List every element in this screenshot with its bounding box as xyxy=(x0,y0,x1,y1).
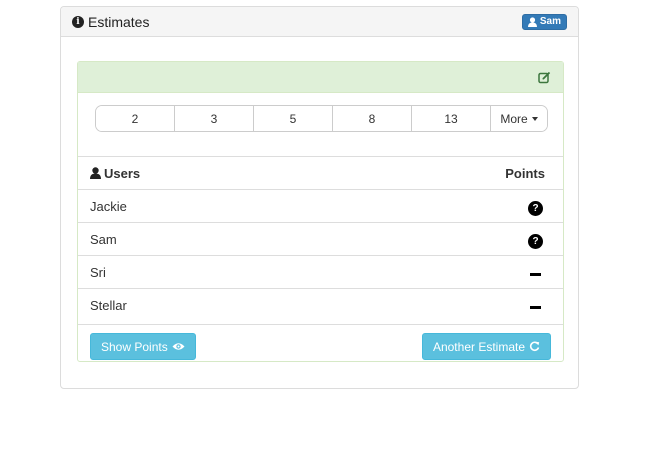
estimates-panel: i Estimates Sam 2 3 5 8 13 More Users Po… xyxy=(60,6,579,389)
user-icon xyxy=(527,16,537,27)
point-option-13[interactable]: 13 xyxy=(412,106,491,131)
info-circle-icon: i xyxy=(72,15,84,28)
edit-icon[interactable] xyxy=(538,71,551,84)
panel-heading: i Estimates Sam xyxy=(61,7,578,37)
panel-title: Estimates xyxy=(88,13,150,30)
question-circle-icon: ? xyxy=(528,200,543,216)
caret-down-icon xyxy=(531,116,538,121)
user-name: Sam xyxy=(90,231,117,247)
question-circle-icon: ? xyxy=(528,233,543,249)
user-name: Jackie xyxy=(90,198,127,214)
user-badge-label: Sam xyxy=(539,16,561,27)
users-header: Users xyxy=(90,166,140,181)
eye-icon xyxy=(172,343,185,350)
refresh-icon xyxy=(529,341,540,352)
user-name: Stellar xyxy=(90,297,127,313)
users-header-label: Users xyxy=(104,165,141,181)
inner-heading xyxy=(78,62,563,93)
user-icon xyxy=(90,167,101,179)
table-header-row: Users Points xyxy=(78,156,563,189)
point-option-2[interactable]: 2 xyxy=(96,106,175,131)
points-header-label: Points xyxy=(505,165,545,181)
show-points-button[interactable]: Show Points xyxy=(90,333,196,360)
more-dropdown-button[interactable]: More xyxy=(491,106,547,131)
table-row: Sam ? xyxy=(78,222,563,255)
estimate-inner-panel: 2 3 5 8 13 More Users Points Jackie ? Sa… xyxy=(77,61,564,362)
actions-footer: Show Points Another Estimate xyxy=(78,324,563,361)
point-option-5[interactable]: 5 xyxy=(254,106,333,131)
table-row: Stellar xyxy=(78,288,563,321)
another-estimate-button[interactable]: Another Estimate xyxy=(421,333,551,360)
point-option-8[interactable]: 8 xyxy=(333,106,412,131)
another-estimate-label: Another Estimate xyxy=(432,339,525,354)
table-row: Jackie ? xyxy=(78,189,563,222)
point-option-3[interactable]: 3 xyxy=(175,106,254,131)
minus-icon xyxy=(530,272,541,276)
users-table: Users Points Jackie ? Sam ? Sri Stellar xyxy=(78,156,563,321)
minus-icon xyxy=(530,305,541,309)
more-label: More xyxy=(500,111,528,126)
show-points-label: Show Points xyxy=(101,339,168,354)
user-badge[interactable]: Sam xyxy=(521,13,567,30)
table-row: Sri xyxy=(78,255,563,288)
user-name: Sri xyxy=(90,264,106,280)
point-options-group: 2 3 5 8 13 More xyxy=(95,105,548,132)
